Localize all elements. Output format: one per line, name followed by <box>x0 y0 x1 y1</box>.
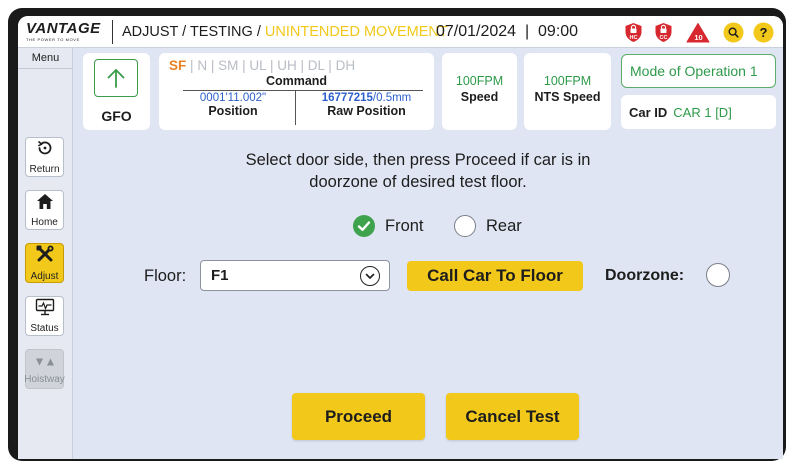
radio-rear-label: Rear <box>486 216 522 235</box>
time-text: 09:00 <box>538 23 579 40</box>
header-divider <box>112 20 113 44</box>
datetime-separator: | <box>524 23 530 40</box>
command-label: Command <box>265 74 328 88</box>
hc-text: HC <box>630 35 638 41</box>
raw-position-label: Raw Position <box>327 104 406 118</box>
warning-icon[interactable]: 10 <box>686 22 710 43</box>
check-icon <box>353 215 375 237</box>
help-icon[interactable]: ? <box>753 22 774 43</box>
car-id-label: Car ID <box>629 104 668 120</box>
state-separator: | <box>210 58 215 73</box>
cancel-test-button[interactable]: Cancel Test <box>446 393 579 440</box>
raw-position-value: 16777215/0.5mm <box>299 92 434 104</box>
floor-select[interactable]: F1 <box>200 260 390 291</box>
state-dh: DH <box>335 58 356 73</box>
command-divider <box>183 90 423 91</box>
state-list: SF | N | SM | UL | UH | DL | DH <box>169 58 355 73</box>
breadcrumb-path: ADJUST / TESTING / <box>122 24 265 40</box>
return-icon <box>36 139 54 162</box>
sidebar-item-label: Home <box>31 216 58 228</box>
proceed-button[interactable]: Proceed <box>292 393 425 440</box>
sidebar-item-hoistway[interactable]: Hoistway <box>24 349 65 389</box>
radio-front[interactable]: Front <box>353 214 424 238</box>
speed-card: 100FPM Speed <box>442 53 517 130</box>
instruction-text: Select door side, then press Proceed if … <box>158 149 678 193</box>
command-card: SF | N | SM | UL | UH | DL | DH Command … <box>159 53 434 130</box>
doorzone-label: Doorzone: <box>605 267 685 284</box>
radio-circle-icon <box>454 215 476 237</box>
car-id-value: CAR 1 [D] <box>673 104 732 120</box>
gfo-label: GFO <box>101 108 132 124</box>
state-n: N <box>197 58 208 73</box>
call-car-to-floor-button[interactable]: Call Car To Floor <box>407 261 583 291</box>
position-label: Position <box>208 104 258 118</box>
floor-selected-value: F1 <box>211 267 229 284</box>
speed-value: 100FPM <box>455 74 504 88</box>
chevron-down-icon[interactable] <box>360 266 380 286</box>
speed-label: Speed <box>460 90 499 104</box>
state-separator: | <box>328 58 332 73</box>
instruction-line-1: Select door side, then press Proceed if … <box>245 151 591 169</box>
state-separator: | <box>190 58 194 73</box>
nts-speed-value: 100FPM <box>543 74 592 88</box>
nts-speed-card: 100FPM NTS Speed <box>524 53 611 130</box>
sidebar-item-home[interactable]: Home <box>25 190 64 230</box>
sidebar-menu: Menu Return Home Adjust Status Hoistway <box>18 48 73 459</box>
raw-position-number: 16777215 <box>321 92 373 104</box>
header-bar: VANTAGE THE POWER TO MOVE ADJUST / TESTI… <box>18 16 783 48</box>
vantage-logo: VANTAGE THE POWER TO MOVE <box>26 20 101 44</box>
date-text: 07/01/2024 <box>436 23 517 40</box>
search-icon[interactable] <box>723 22 744 43</box>
hoistway-icon <box>35 354 55 372</box>
menu-label: Menu <box>31 52 60 64</box>
state-separator: | <box>269 58 274 73</box>
state-sm: SM <box>218 58 239 73</box>
state-separator: | <box>242 58 246 73</box>
arrow-up-icon <box>94 59 138 97</box>
state-dl: DL <box>307 58 325 73</box>
state-ul: UL <box>249 58 267 73</box>
mode-of-operation: Mode of Operation 1 <box>621 54 776 88</box>
sidebar-item-status[interactable]: Status <box>25 296 64 336</box>
sidebar-item-label: Hoistway <box>24 373 65 385</box>
breadcrumb-current: UNINTENDED MOVEMENT <box>264 24 448 40</box>
radio-front-label: Front <box>385 216 424 235</box>
gfo-card: GFO <box>83 53 150 130</box>
sidebar-item-label: Return <box>29 164 60 175</box>
car-id: Car ID CAR 1 [D] <box>621 95 776 129</box>
warning-count: 10 <box>694 33 702 42</box>
home-icon <box>36 193 54 215</box>
logo-tagline: THE POWER TO MOVE <box>26 37 80 42</box>
raw-position-unit: /0.5mm <box>372 92 412 104</box>
tools-icon <box>35 244 55 269</box>
instruction-line-2: doorzone of desired test floor. <box>309 173 527 191</box>
sidebar-item-return[interactable]: Return <box>25 137 64 177</box>
datetime: 07/01/2024 | 09:00 <box>436 23 578 41</box>
monitor-icon <box>35 298 55 321</box>
logo-text: VANTAGE <box>26 20 101 37</box>
position-value: 0001'11.002" <box>199 92 267 104</box>
nts-speed-label: NTS Speed <box>534 90 601 104</box>
cc-text: CC <box>660 35 668 41</box>
position-divider <box>295 91 296 125</box>
state-uh: UH <box>277 58 297 73</box>
doorzone-indicator <box>706 263 730 287</box>
radio-rear[interactable]: Rear <box>454 214 522 238</box>
screen: VANTAGE THE POWER TO MOVE ADJUST / TESTI… <box>18 16 783 459</box>
floor-label: Floor: <box>144 267 187 285</box>
hc-lock-icon[interactable]: HC <box>623 22 644 43</box>
state-sf: SF <box>169 58 187 73</box>
sidebar-item-label: Status <box>30 323 59 334</box>
state-separator: | <box>300 58 304 73</box>
menu-divider <box>18 68 73 69</box>
cc-lock-icon[interactable]: CC <box>653 22 674 43</box>
sidebar-item-adjust[interactable]: Adjust <box>25 243 64 283</box>
sidebar-item-label: Adjust <box>30 271 59 282</box>
help-text: ? <box>760 25 768 40</box>
breadcrumb: ADJUST / TESTING / UNINTENDED MOVEMENT <box>122 24 448 40</box>
